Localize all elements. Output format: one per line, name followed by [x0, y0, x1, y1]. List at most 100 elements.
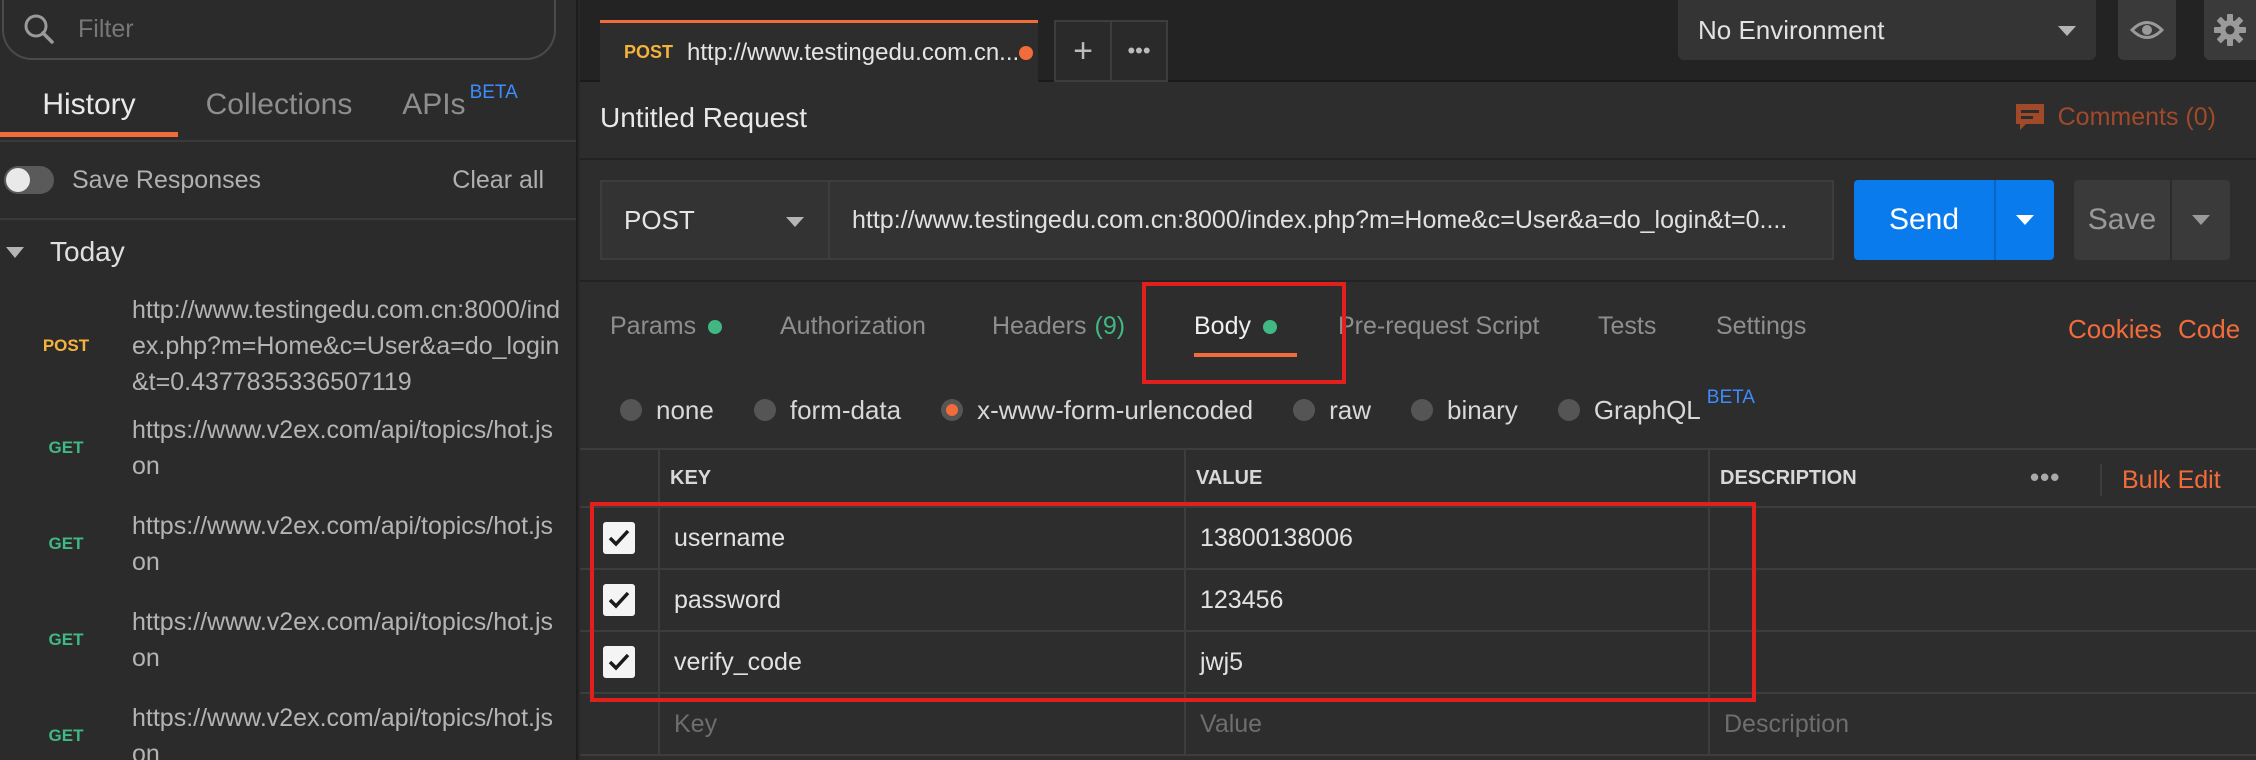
send-button[interactable]: Send	[1854, 180, 1994, 260]
divider	[0, 140, 576, 142]
key-cell[interactable]: verify_code	[660, 632, 1186, 692]
tab-collections[interactable]: Collections	[178, 70, 380, 140]
history-item[interactable]: GET https://www.v2ex.com/api/topics/hot.…	[0, 412, 576, 484]
save-button[interactable]: Save	[2074, 180, 2170, 260]
radio-selected-icon	[941, 399, 964, 421]
tab-options-button[interactable]: •••	[1110, 20, 1168, 82]
code-link[interactable]: Code	[2178, 314, 2240, 345]
history-item[interactable]: GET https://www.v2ex.com/api/topics/hot.…	[0, 604, 576, 676]
table-header: KEY VALUE DESCRIPTION ••• Bulk Edit	[580, 448, 2256, 508]
comments-label: Comments (0)	[2057, 102, 2216, 131]
tab-params[interactable]: Params	[610, 312, 723, 341]
headers-count: (9)	[1094, 312, 1126, 340]
send-options-button[interactable]	[1994, 180, 2054, 260]
history-group-label: Today	[50, 236, 125, 267]
filter-input[interactable]	[78, 14, 498, 44]
body-params-table: KEY VALUE DESCRIPTION ••• Bulk Edit user…	[580, 448, 2256, 756]
radio-icon	[1410, 399, 1433, 421]
body-type-radios: none form-data x-www-form-urlencoded raw…	[620, 387, 1795, 430]
radio-icon	[620, 399, 642, 421]
header-value: VALUE	[1186, 450, 1710, 506]
history-url: https://www.v2ex.com/api/topics/hot.json	[132, 512, 554, 576]
history-url: https://www.v2ex.com/api/topics/hot.json	[132, 608, 554, 672]
method-select[interactable]: POST	[600, 180, 830, 260]
description-cell[interactable]	[1710, 570, 2256, 630]
history-method: POST	[42, 336, 90, 355]
chevron-down-icon	[786, 217, 804, 227]
new-tab-button[interactable]: +	[1054, 20, 1112, 82]
tab-authorization[interactable]: Authorization	[780, 312, 926, 341]
request-tab-method: POST	[624, 42, 674, 62]
key-cell[interactable]: password	[660, 570, 1186, 630]
cookies-link[interactable]: Cookies	[2068, 314, 2162, 345]
more-options-button[interactable]: •••	[2030, 462, 2060, 493]
method-label: POST	[624, 204, 695, 235]
search-icon	[24, 14, 54, 44]
chevron-down-icon	[2058, 26, 2076, 36]
tab-history[interactable]: History	[0, 70, 178, 140]
body-type-urlencoded[interactable]: x-www-form-urlencoded	[941, 395, 1253, 426]
tab-settings[interactable]: Settings	[1716, 312, 1806, 341]
empty-cell	[580, 694, 660, 754]
key-cell[interactable]: username	[660, 508, 1186, 568]
row-checkbox[interactable]	[603, 646, 635, 678]
tab-headers[interactable]: Headers (9)	[992, 312, 1125, 341]
value-cell[interactable]: jwj5	[1186, 632, 1710, 692]
environment-label: No Environment	[1698, 14, 1885, 45]
header-key: KEY	[660, 450, 1186, 506]
body-type-binary[interactable]: binary	[1410, 395, 1518, 426]
bulk-edit-button[interactable]: Bulk Edit	[2122, 466, 2221, 495]
request-tab[interactable]: POST http://www.testingedu.com.cn...	[600, 20, 1038, 82]
request-config-tabs: Params Authorization Headers (9) Body Pre…	[580, 296, 2256, 360]
history-item[interactable]: GET https://www.v2ex.com/api/topics/hot.…	[0, 508, 576, 580]
value-placeholder[interactable]: Value	[1186, 694, 1710, 754]
save-options-button[interactable]	[2170, 180, 2230, 260]
beta-badge: BETA	[1706, 387, 1755, 408]
table-row: password 123456	[580, 570, 2256, 632]
history-item[interactable]: GET https://www.v2ex.com/api/topics/hot.…	[0, 700, 576, 760]
history-method: GET	[48, 534, 84, 553]
header-description: DESCRIPTION ••• Bulk Edit	[1720, 462, 2221, 496]
body-type-none[interactable]: none	[620, 395, 714, 426]
settings-button[interactable]	[2204, 0, 2256, 60]
chevron-down-icon	[2016, 215, 2034, 225]
header-cell	[580, 450, 660, 506]
comments-button[interactable]: Comments (0)	[2014, 102, 2216, 132]
tab-body[interactable]: Body	[1194, 312, 1297, 357]
radio-icon	[1557, 399, 1580, 421]
save-responses-toggle[interactable]	[4, 166, 54, 194]
history-url: https://www.v2ex.com/api/topics/hot.json	[132, 704, 554, 760]
body-type-form-data[interactable]: form-data	[753, 395, 901, 426]
description-cell[interactable]	[1710, 508, 2256, 568]
history-item[interactable]: POST http://www.testingedu.com.cn:8000/i…	[0, 292, 576, 400]
environment-select[interactable]: No Environment	[1678, 0, 2096, 60]
clear-all-button[interactable]: Clear all	[452, 166, 544, 195]
table-row: verify_code jwj5	[580, 632, 2256, 694]
environment-quick-look-button[interactable]	[2118, 0, 2176, 60]
body-type-graphql[interactable]: GraphQL BETA	[1557, 387, 1755, 426]
value-cell[interactable]: 13800138006	[1186, 508, 1710, 568]
tab-tests[interactable]: Tests	[1598, 312, 1656, 341]
sidebar-tabs: History Collections APIs BETA	[0, 70, 576, 140]
tab-apis[interactable]: APIs BETA	[380, 70, 540, 140]
sidebar: History Collections APIsBETA Save Respon…	[0, 0, 578, 760]
divider	[580, 280, 2256, 282]
value-cell[interactable]: 123456	[1186, 570, 1710, 630]
checkmark-icon	[608, 653, 630, 671]
checkmark-icon	[608, 591, 630, 609]
history-group-today[interactable]: Today	[6, 232, 125, 272]
url-input[interactable]: http://www.testingedu.com.cn:8000/index.…	[830, 180, 1834, 260]
filter-box[interactable]	[2, 0, 556, 60]
row-checkbox[interactable]	[603, 584, 635, 616]
divider	[580, 158, 2256, 160]
key-placeholder[interactable]: Key	[660, 694, 1186, 754]
history-method: GET	[48, 630, 84, 649]
history-method: GET	[48, 726, 84, 745]
row-checkbox[interactable]	[603, 522, 635, 554]
description-placeholder[interactable]: Description	[1710, 694, 2256, 754]
description-cell[interactable]	[1710, 632, 2256, 692]
tab-pre-request-script[interactable]: Pre-request Script	[1338, 312, 1539, 341]
body-type-raw[interactable]: raw	[1293, 395, 1371, 426]
request-title[interactable]: Untitled Request	[600, 102, 807, 134]
request-tabs-bar: POST http://www.testingedu.com.cn... + •…	[580, 0, 2256, 82]
